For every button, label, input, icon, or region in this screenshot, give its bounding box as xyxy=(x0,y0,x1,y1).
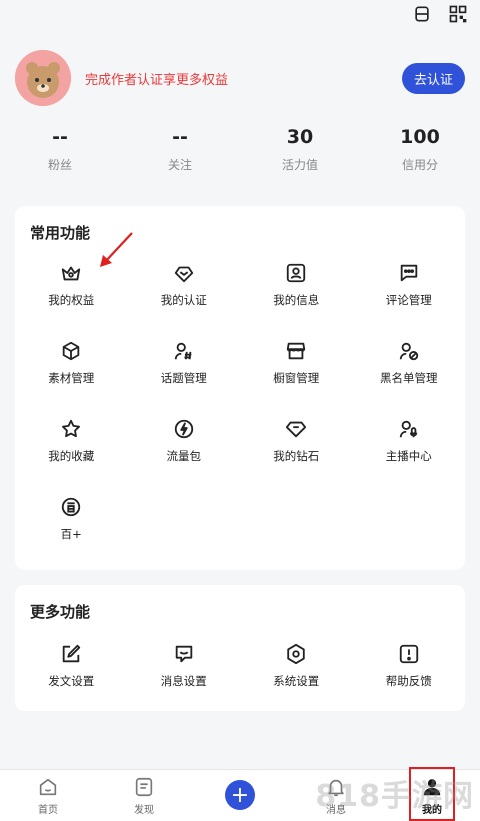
func-materials[interactable]: 素材管理 xyxy=(15,340,128,418)
func-label: 主播中心 xyxy=(385,449,432,463)
lightning-icon xyxy=(174,419,193,439)
stat-label: 关注 xyxy=(167,158,192,172)
message-icon xyxy=(175,645,192,663)
stat-label: 活力值 xyxy=(281,158,318,172)
topic-icon xyxy=(174,342,192,360)
star-icon xyxy=(62,419,81,438)
func-my-verify[interactable]: 我的认证 xyxy=(128,262,241,340)
stat-value: 30 xyxy=(286,126,314,148)
stat-label: 信用分 xyxy=(401,158,438,172)
stat-credit[interactable]: 100 信用分 xyxy=(360,126,480,173)
user-card-icon xyxy=(287,263,306,283)
func-blacklist[interactable]: 黑名单管理 xyxy=(353,340,466,418)
baijia-icon xyxy=(62,497,81,517)
tab-home[interactable]: 首页 xyxy=(0,770,96,821)
func-showcase[interactable]: 橱窗管理 xyxy=(240,340,353,418)
mic-user-icon xyxy=(399,420,417,438)
settings-icon xyxy=(287,643,305,665)
stat-following[interactable]: -- 关注 xyxy=(120,126,240,173)
func-post-settings[interactable]: 发文设置 xyxy=(15,643,128,703)
func-label: 我的信息 xyxy=(273,293,320,307)
common-functions-card: 常用功能 我的权益 我的认证 我的信息 评论管理 素材管理 话题管理 橱窗管理 xyxy=(15,206,465,570)
func-system-settings[interactable]: 系统设置 xyxy=(240,643,353,703)
stat-label: 粉丝 xyxy=(47,158,72,172)
home-icon xyxy=(39,778,57,796)
shop-icon xyxy=(287,342,306,360)
func-label: 我的权益 xyxy=(48,293,95,307)
func-label: 我的认证 xyxy=(160,293,207,307)
avatar[interactable] xyxy=(15,50,71,106)
stat-fans[interactable]: -- 粉丝 xyxy=(0,126,120,173)
stat-value: -- xyxy=(172,126,188,148)
func-label: 帮助反馈 xyxy=(385,674,432,688)
qr-code-icon[interactable] xyxy=(448,4,468,24)
cube-icon xyxy=(63,341,80,361)
section-title: 常用功能 xyxy=(30,224,91,242)
common-functions-grid: 我的权益 我的认证 我的信息 评论管理 素材管理 话题管理 橱窗管理 黑名单管理… xyxy=(15,262,465,574)
crown-icon xyxy=(62,266,81,281)
discover-icon xyxy=(135,777,153,797)
func-help-feedback[interactable]: 帮助反馈 xyxy=(353,643,466,703)
edit-icon xyxy=(63,644,81,663)
verify-icon xyxy=(174,266,193,283)
func-my-rights[interactable]: 我的权益 xyxy=(15,262,128,340)
func-baijia[interactable]: 百+ xyxy=(15,496,128,574)
func-label: 系统设置 xyxy=(273,674,320,688)
func-label: 我的收藏 xyxy=(48,449,95,463)
tab-discover[interactable]: 发现 xyxy=(96,770,192,821)
tab-publish[interactable]: + xyxy=(192,770,288,821)
more-functions-card: 更多功能 发文设置 消息设置 系统设置 帮助反馈 xyxy=(15,585,465,711)
func-my-info[interactable]: 我的信息 xyxy=(240,262,353,340)
stat-value: 100 xyxy=(400,126,440,148)
tab-label: 发现 xyxy=(134,805,154,816)
annotation-arrow xyxy=(100,232,133,267)
func-label: 流量包 xyxy=(166,449,202,463)
func-label: 消息设置 xyxy=(160,674,207,688)
stat-vitality[interactable]: 30 活力值 xyxy=(240,126,360,173)
func-message-settings[interactable]: 消息设置 xyxy=(128,643,241,703)
promo-text[interactable]: 完成作者认证享更多权益 xyxy=(85,69,228,88)
func-label: 我的钻石 xyxy=(273,449,320,463)
plus-icon: + xyxy=(225,780,255,810)
func-label: 橱窗管理 xyxy=(273,371,320,385)
func-traffic-pack[interactable]: 流量包 xyxy=(128,418,241,496)
profile-row: 完成作者认证享更多权益 去认证 xyxy=(15,48,465,108)
block-user-icon xyxy=(399,342,418,361)
stats-row: -- 粉丝 -- 关注 30 活力值 100 信用分 xyxy=(0,126,480,173)
func-anchor-center[interactable]: 主播中心 xyxy=(353,418,466,496)
top-icons xyxy=(412,4,468,24)
tab-label: 首页 xyxy=(38,805,58,816)
func-label: 百+ xyxy=(60,527,82,541)
func-comments[interactable]: 评论管理 xyxy=(353,262,466,340)
func-topics[interactable]: 话题管理 xyxy=(128,340,241,418)
func-label: 素材管理 xyxy=(48,371,95,385)
stat-value: -- xyxy=(52,126,68,148)
func-label: 评论管理 xyxy=(385,293,432,307)
more-functions-grid: 发文设置 消息设置 系统设置 帮助反馈 xyxy=(15,643,465,703)
func-label: 发文设置 xyxy=(48,674,95,688)
func-label: 黑名单管理 xyxy=(380,371,438,385)
diamond-icon xyxy=(286,421,307,438)
comment-icon xyxy=(400,264,417,282)
help-icon xyxy=(399,644,418,664)
scan-icon[interactable] xyxy=(412,4,432,24)
verify-button[interactable]: 去认证 xyxy=(401,62,465,94)
func-label: 话题管理 xyxy=(160,371,207,385)
section-title: 更多功能 xyxy=(30,603,91,621)
func-favorites[interactable]: 我的收藏 xyxy=(15,418,128,496)
func-diamonds[interactable]: 我的钻石 xyxy=(240,418,353,496)
watermark: 818手游网 xyxy=(315,779,474,814)
